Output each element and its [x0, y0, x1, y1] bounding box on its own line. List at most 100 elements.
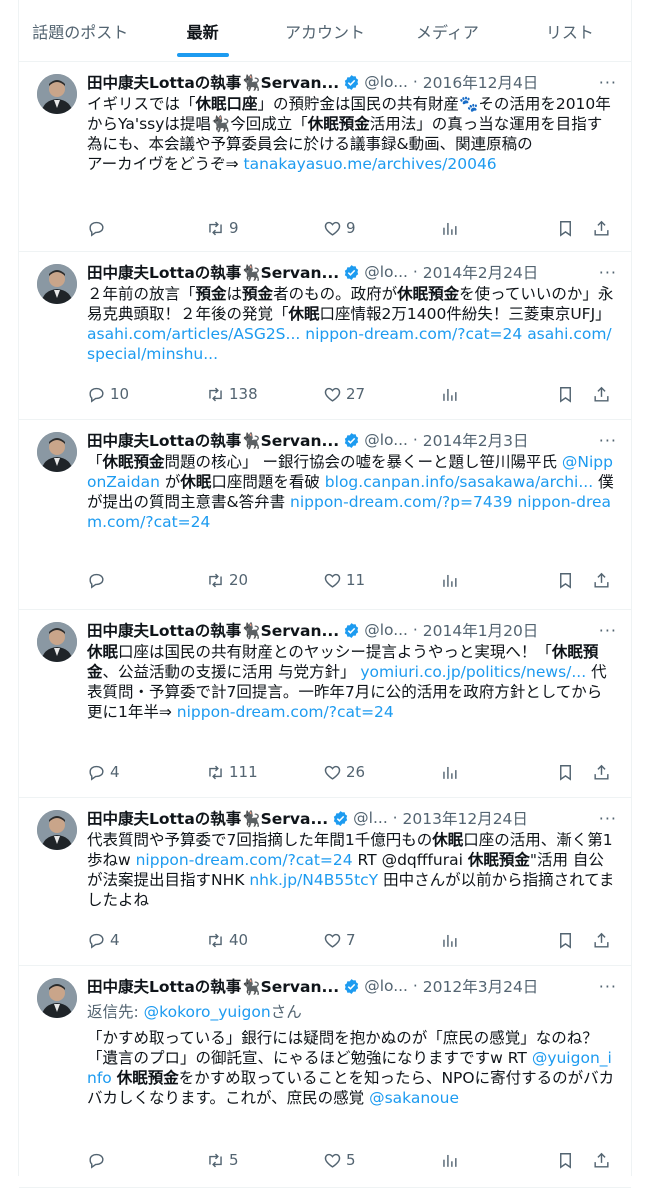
like-button[interactable]: 5	[323, 1151, 356, 1170]
retweet-button[interactable]: 5	[206, 1151, 239, 1170]
post-link[interactable]: yomiuri.co.jp/politics/news/...	[360, 663, 586, 681]
timeline-column: 話題のポスト 最新 アカウント メディア リスト 田中康夫Lottaの執事🐈‍⬛…	[18, 0, 632, 1188]
post-body: 田中康夫Lottaの執事🐈‍⬛Servan... @lo... · 2014年2月…	[87, 260, 617, 364]
views-button[interactable]	[440, 763, 459, 782]
like-button[interactable]: 27	[323, 385, 365, 404]
post[interactable]: 田中康夫Lottaの執事🐈‍⬛Servan... @lo... · 2012年3月…	[19, 966, 631, 1188]
avatar[interactable]	[37, 810, 77, 850]
author-handle[interactable]: @l...	[353, 809, 388, 827]
avatar[interactable]	[37, 978, 77, 1018]
retweet-button[interactable]: 20	[206, 571, 248, 590]
tab-lists[interactable]: リスト	[509, 0, 631, 61]
views-button[interactable]	[440, 219, 459, 238]
share-button[interactable]	[592, 571, 611, 590]
reply-button[interactable]	[87, 219, 110, 238]
reply-button[interactable]	[87, 1151, 110, 1170]
views-button[interactable]	[440, 1151, 459, 1170]
retweet-button[interactable]: 111	[206, 763, 258, 782]
avatar[interactable]	[37, 74, 77, 114]
like-button[interactable]: 7	[323, 931, 356, 950]
post-link[interactable]: nippon-dream.com/?p=7439	[290, 493, 512, 511]
post-link[interactable]: nippon-dream.com/?cat=24	[305, 325, 522, 343]
post-text-segment: イギリスでは「	[87, 95, 196, 113]
author-name[interactable]: 田中康夫Lottaの執事🐈‍⬛Servan...	[87, 975, 339, 997]
highlighted-keyword: 休眠預金	[397, 285, 460, 303]
retweet-button[interactable]: 9	[206, 219, 239, 238]
views-button[interactable]	[440, 571, 459, 590]
share-button[interactable]	[592, 931, 611, 950]
avatar[interactable]	[37, 432, 77, 472]
author-handle[interactable]: @lo...	[364, 263, 408, 281]
bookmark-button[interactable]	[556, 571, 575, 590]
post-date[interactable]: 2014年2月3日	[423, 429, 529, 451]
retweet-button[interactable]: 40	[206, 931, 248, 950]
reply-button[interactable]: 10	[87, 385, 129, 404]
tab-media[interactable]: メディア	[386, 0, 508, 61]
post[interactable]: 田中康夫Lottaの執事🐈‍⬛Servan... @lo... · 2014年2月…	[19, 420, 631, 610]
post-actions: 20 11	[87, 570, 617, 590]
bookmark-icon	[556, 385, 575, 404]
post-link[interactable]: @sakanoue	[369, 1089, 459, 1107]
highlighted-keyword: 休眠預金	[102, 453, 165, 471]
avatar[interactable]	[37, 264, 77, 304]
post-link[interactable]: nippon-dream.com/?cat=24	[136, 851, 353, 869]
post[interactable]: 田中康夫Lottaの執事🐈‍⬛Serva... @l... · 2013年12月2…	[19, 798, 631, 966]
views-button[interactable]	[440, 931, 459, 950]
post[interactable]: 田中康夫Lottaの執事🐈‍⬛Servan... @lo... · 2016年12…	[19, 62, 631, 252]
verified-badge-icon	[343, 74, 360, 91]
reply-to-link[interactable]: @kokoro_yuigon	[144, 1003, 271, 1021]
post-link[interactable]: nippon-dream.com/?cat=24	[177, 703, 394, 721]
bookmark-button[interactable]	[556, 763, 575, 782]
more-options-icon[interactable]: ···	[599, 263, 617, 282]
post-text-segment: が	[159, 473, 181, 491]
post-link[interactable]: nhk.jp/N4B55tcY	[249, 871, 378, 889]
author-name[interactable]: 田中康夫Lottaの執事🐈‍⬛Servan...	[87, 429, 339, 451]
tab-accounts[interactable]: アカウント	[264, 0, 386, 61]
like-button[interactable]: 9	[323, 219, 356, 238]
bookmark-button[interactable]	[556, 1151, 575, 1170]
author-handle[interactable]: @lo...	[364, 977, 408, 995]
author-name[interactable]: 田中康夫Lottaの執事🐈‍⬛Servan...	[87, 261, 339, 283]
like-button[interactable]: 26	[323, 763, 365, 782]
author-handle[interactable]: @lo...	[364, 621, 408, 639]
more-options-icon[interactable]: ···	[599, 431, 617, 450]
reply-button[interactable]: 4	[87, 763, 120, 782]
more-options-icon[interactable]: ···	[599, 809, 617, 828]
views-button[interactable]	[440, 385, 459, 404]
more-options-icon[interactable]: ···	[599, 977, 617, 996]
tab-latest[interactable]: 最新	[141, 0, 263, 61]
post[interactable]: 田中康夫Lottaの執事🐈‍⬛Servan... @lo... · 2014年2月…	[19, 252, 631, 420]
heart-icon	[323, 763, 342, 782]
post-date[interactable]: 2013年12月24日	[403, 807, 528, 829]
post-date[interactable]: 2012年3月24日	[423, 975, 539, 997]
share-button[interactable]	[592, 385, 611, 404]
retweet-button[interactable]: 138	[206, 385, 258, 404]
more-options-icon[interactable]: ···	[599, 73, 617, 92]
post-date[interactable]: 2014年1月20日	[423, 619, 539, 641]
post-link[interactable]: tanakayasuo.me/archives/20046	[244, 155, 497, 173]
like-button[interactable]: 11	[323, 571, 365, 590]
tab-label: 最新	[186, 22, 219, 42]
author-handle[interactable]: @lo...	[364, 431, 408, 449]
share-button[interactable]	[592, 1151, 611, 1170]
reply-button[interactable]: 4	[87, 931, 120, 950]
more-options-icon[interactable]: ···	[599, 621, 617, 640]
bookmark-button[interactable]	[556, 219, 575, 238]
post[interactable]: 田中康夫Lottaの執事🐈‍⬛Servan... @lo... · 2014年1月…	[19, 610, 631, 798]
author-name[interactable]: 田中康夫Lottaの執事🐈‍⬛Serva...	[87, 807, 328, 829]
post-text-segment: 口座は国民の共有財産とのヤッシー提言ようやっと実現へ！「	[118, 643, 552, 661]
author-name[interactable]: 田中康夫Lottaの執事🐈‍⬛Servan...	[87, 71, 339, 93]
tab-top[interactable]: 話題のポスト	[19, 0, 141, 61]
post-link[interactable]: asahi.com/articles/ASG2S...	[87, 325, 300, 343]
post-link[interactable]: blog.canpan.info/sasakawa/archi...	[325, 473, 593, 491]
post-date[interactable]: 2016年12月4日	[423, 71, 539, 93]
post-date[interactable]: 2014年2月24日	[423, 261, 539, 283]
bookmark-button[interactable]	[556, 931, 575, 950]
author-name[interactable]: 田中康夫Lottaの執事🐈‍⬛Servan...	[87, 619, 339, 641]
bookmark-button[interactable]	[556, 385, 575, 404]
share-button[interactable]	[592, 219, 611, 238]
avatar[interactable]	[37, 622, 77, 662]
share-button[interactable]	[592, 763, 611, 782]
author-handle[interactable]: @lo...	[364, 73, 408, 91]
reply-button[interactable]	[87, 571, 110, 590]
